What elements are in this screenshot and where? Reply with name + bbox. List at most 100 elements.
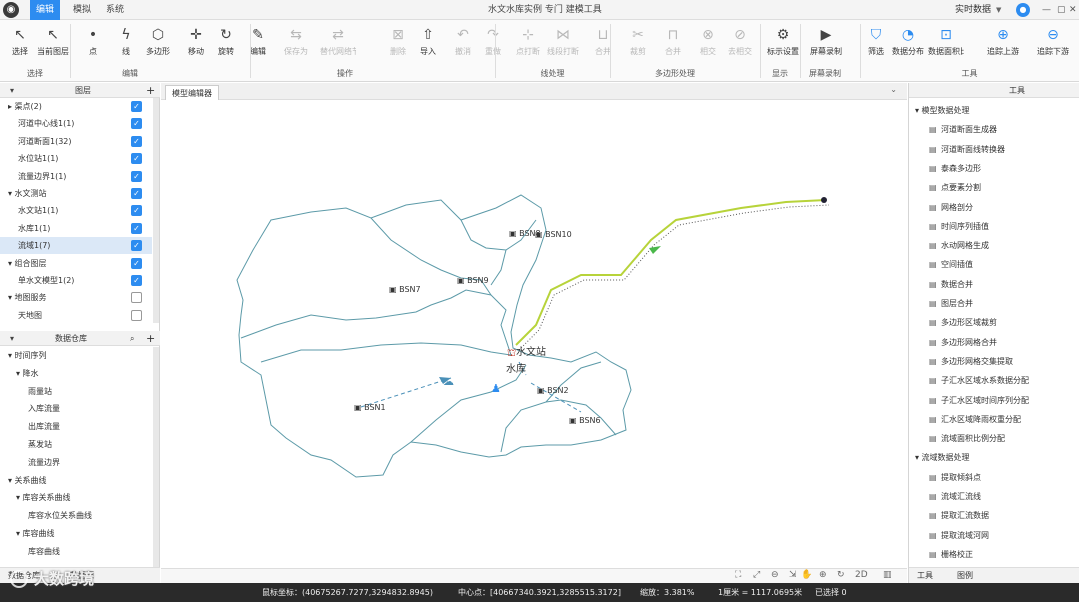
map-svg[interactable]: ☁ ♟ ⛫ ▣ BSN1▣ BSN7▣ BSN9▣ BSN10▣ BSN2▣ B… (161, 100, 907, 568)
layer-row[interactable]: 水位站1(1) ✓ (0, 150, 152, 167)
search-icon[interactable]: ⌕ (130, 331, 134, 346)
tool-item[interactable]: ▤ 泰森多边形 (929, 159, 1079, 178)
tool-item[interactable]: ▤ 子汇水区域水系数据分配 (929, 371, 1079, 390)
tool-button-27[interactable]: ⊖ 追踪下游 (1035, 24, 1071, 64)
tools-section-header[interactable]: ▾ 流域数据处理 (915, 448, 1075, 467)
map-tool-button[interactable]: ▥ (883, 570, 892, 580)
data-tree-item[interactable]: 入库流量 (0, 400, 152, 418)
map-tool-button[interactable]: ⤢ (753, 570, 760, 580)
tool-button-3[interactable]: ϟ线 (108, 24, 144, 64)
data-tree-item[interactable]: 库容曲线 (0, 543, 152, 561)
data-tree-item[interactable]: ▾ 时间序列 (0, 347, 152, 365)
layer-row[interactable]: 单水文模型1(2) ✓ (0, 272, 152, 289)
layer-row[interactable]: 流量边界1(1) ✓ (0, 168, 152, 185)
tool-button-0[interactable]: ↖ 选择 (2, 24, 38, 64)
layer-checkbox[interactable]: ✓ (131, 118, 142, 130)
user-name[interactable]: 实时数据 (955, 0, 991, 20)
add-data-icon[interactable]: + (146, 331, 155, 346)
menu-simulate[interactable]: 模拟 (67, 0, 97, 20)
tool-button-8[interactable]: ⇆ 保存为 (278, 24, 314, 64)
data-scrollbar[interactable] (153, 347, 159, 567)
tool-button-7[interactable]: ✎ 编辑 (240, 24, 276, 64)
chevron-down-icon[interactable]: ⌄ (890, 85, 897, 94)
layer-row[interactable]: 天地图 (0, 307, 152, 324)
basin-label[interactable]: ▣ BSN6 (569, 416, 601, 425)
tool-button-20[interactable]: ⊘ 去相交 (722, 24, 758, 64)
layer-checkbox[interactable]: ✓ (131, 240, 142, 252)
maximize-icon[interactable]: ▢ (1057, 0, 1066, 20)
layer-checkbox[interactable]: ✓ (131, 135, 142, 147)
data-tree-item[interactable]: ▾ 库容关系曲线 (0, 489, 152, 507)
tool-button-9[interactable]: ⇄ 替代网络节点 (320, 24, 356, 64)
tool-button-15[interactable]: ⋈ 线段打断 (545, 24, 581, 64)
tool-button-14[interactable]: ⊹ 点打断 (510, 24, 546, 64)
data-tree-item[interactable]: 蒸发站 (0, 436, 152, 454)
data-tree-item[interactable]: ▾ 降水 (0, 365, 152, 383)
layer-row[interactable]: ▸ 渠点(2) ✓ (0, 98, 152, 115)
tools-section-header[interactable]: ▾ 模型数据处理 (915, 101, 1075, 120)
layer-checkbox[interactable]: ✓ (131, 222, 142, 234)
basin-label[interactable]: ▣ BSN9 (457, 276, 489, 285)
tool-button-1[interactable]: ↖ 当前图层 (35, 24, 71, 64)
basin-label[interactable]: 水库 (506, 362, 526, 375)
chevron-down-icon[interactable]: ▼ (996, 0, 1001, 20)
tool-item[interactable]: ▤ 提取汇流数据 (929, 506, 1079, 525)
tool-item[interactable]: ▤ 汇水区域降雨权重分配 (929, 410, 1079, 429)
layer-checkbox[interactable] (131, 309, 142, 321)
tool-item[interactable]: ▤ 提取流域河网 (929, 526, 1079, 545)
collapse-icon[interactable]: ▾ (10, 331, 14, 346)
layer-row[interactable]: ▾ 水文测站 ✓ (0, 185, 152, 202)
tool-item[interactable]: ▤ 河道断面线转换器 (929, 140, 1079, 159)
tool-button-2[interactable]: • 点 (75, 24, 111, 64)
basin-label[interactable]: 水文站 (516, 345, 546, 358)
layer-checkbox[interactable]: ✓ (131, 170, 142, 182)
tool-button-4[interactable]: ⬡ 多边形 (140, 24, 176, 64)
menu-edit[interactable]: 编辑 (30, 0, 61, 20)
layer-row[interactable]: 流域1(7) ✓ (0, 237, 152, 255)
tool-button-17[interactable]: ✂ 裁剪 (620, 24, 656, 64)
tab-legend[interactable]: 图例 (957, 568, 973, 584)
basin-label[interactable]: ▣ BSN1 (354, 403, 386, 412)
tool-button-11[interactable]: ⇧ 导入 (410, 24, 446, 64)
tool-button-22[interactable]: ▶ 屏幕录制 (808, 24, 844, 64)
layer-row[interactable]: ▾ 组合图层 ✓ (0, 255, 152, 272)
layer-row[interactable]: 水库1(1) ✓ (0, 220, 152, 237)
tool-button-24[interactable]: ◔ 数据分布 (890, 24, 926, 64)
layer-row[interactable]: 水文站1(1) ✓ (0, 202, 152, 219)
tool-item[interactable]: ▤ 多边形网格交集提取 (929, 352, 1079, 371)
add-layer-icon[interactable]: + (146, 83, 155, 98)
tool-item[interactable]: ▤ 时间序列插值 (929, 217, 1079, 236)
layer-checkbox[interactable]: ✓ (131, 101, 142, 112)
tool-item[interactable]: ▤ 栅格校正 (929, 545, 1079, 564)
map-canvas[interactable]: ☁ ♟ ⛫ ▣ BSN1 ▣ BSN7 ▣ BSN9 ▣ BSN10 ▣ BSN2 ▣ B… (161, 100, 907, 568)
tool-item[interactable]: ▤ 提取倾斜点 (929, 468, 1079, 487)
minimize-icon[interactable]: — (1042, 0, 1051, 20)
map-tool-button[interactable]: ⊖ (771, 570, 779, 580)
tool-button-16[interactable]: ⊔ 合并 (585, 24, 621, 64)
layer-row[interactable]: ▾ 地图服务 (0, 289, 152, 306)
tool-item[interactable]: ▤ 多边形区域裁剪 (929, 313, 1079, 332)
map-tool-button[interactable]: ⊕ (819, 570, 827, 580)
data-tree-item[interactable]: 雨量站 (0, 383, 152, 401)
tool-item[interactable]: ▤ 数据合并 (929, 275, 1079, 294)
data-tree-item[interactable]: ▾ 库容曲线 (0, 525, 152, 543)
map-tool-button[interactable]: ↻ (837, 570, 845, 580)
layer-checkbox[interactable] (131, 292, 142, 304)
data-tree-item[interactable]: 流量边界 (0, 454, 152, 472)
map-tool-button[interactable]: ✋ (801, 570, 812, 580)
data-tree-item[interactable]: 出库流量 (0, 418, 152, 436)
basin-label[interactable]: ▣ BSN2 (537, 386, 569, 395)
tool-button-23[interactable]: ⛉ 筛选 (858, 24, 894, 64)
app-logo-icon[interactable]: ◉ (3, 2, 19, 18)
tool-button-21[interactable]: ⚙ 标示设置 (765, 24, 801, 64)
tool-item[interactable]: ▤ 图层合并 (929, 294, 1079, 313)
basin-label[interactable]: ▣ BSN8 (509, 229, 541, 238)
tool-item[interactable]: ▤ 网格剖分 (929, 198, 1079, 217)
tool-button-6[interactable]: ↻ 旋转 (208, 24, 244, 64)
map-tool-button[interactable]: 2D (855, 570, 868, 580)
tool-item[interactable]: ▤ 水动网格生成 (929, 236, 1079, 255)
user-icon[interactable]: ● (1016, 3, 1030, 17)
tool-item[interactable]: ▤ 点要素分割 (929, 178, 1079, 197)
layer-checkbox[interactable]: ✓ (131, 257, 142, 269)
layer-checkbox[interactable]: ✓ (131, 205, 142, 217)
